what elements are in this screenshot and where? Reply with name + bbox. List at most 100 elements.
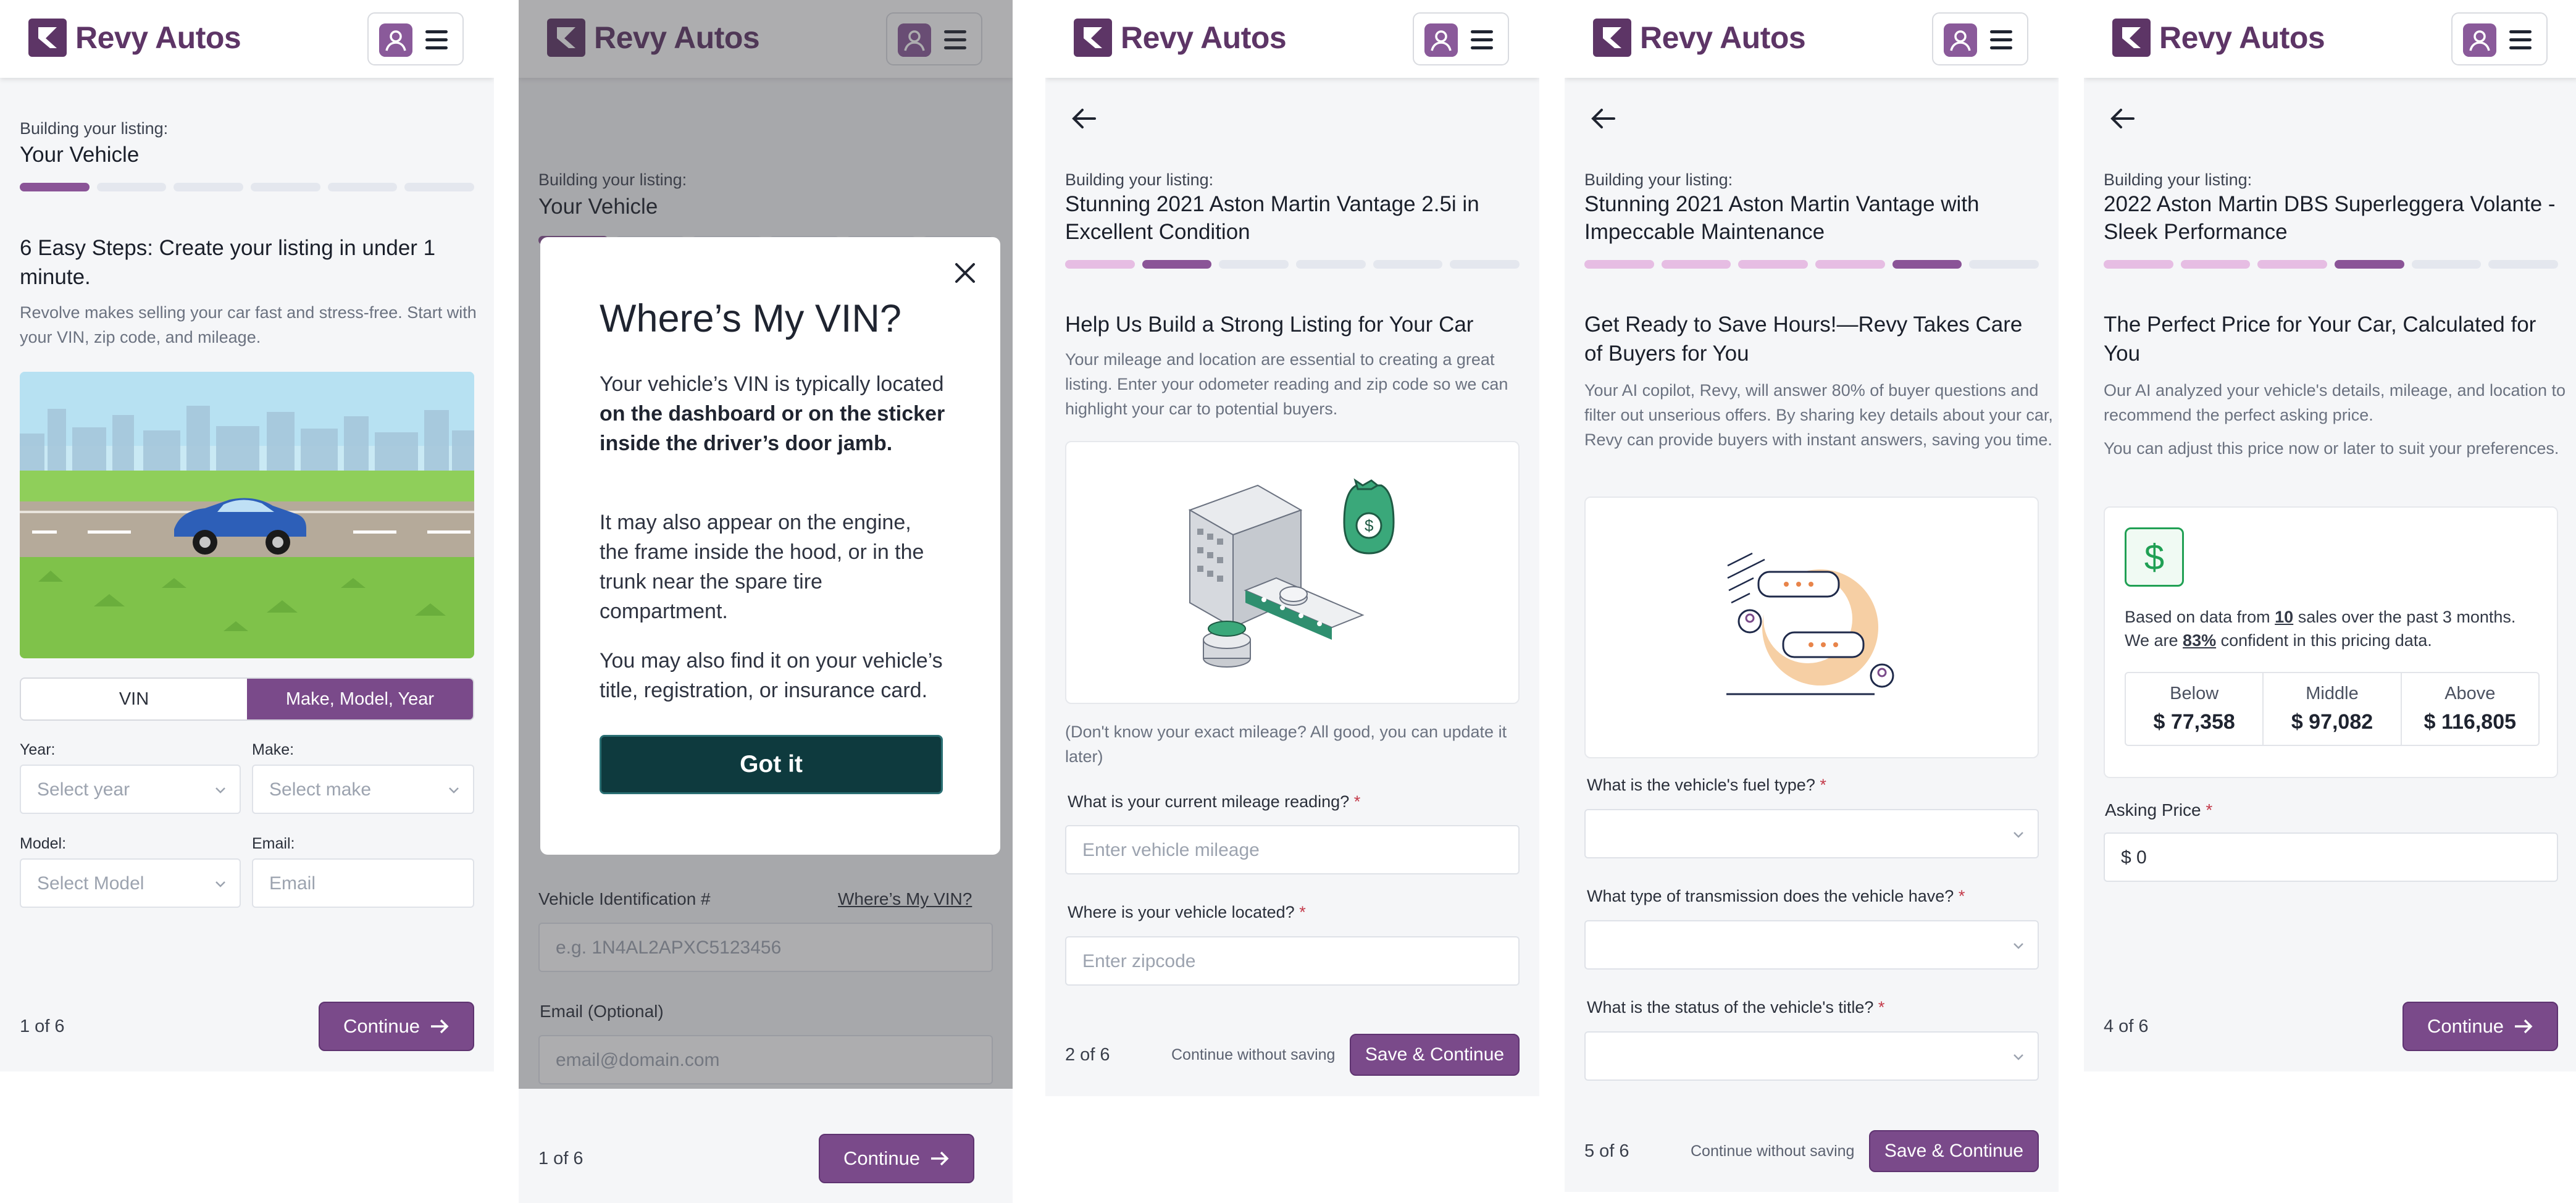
account-menu-button[interactable] xyxy=(367,12,464,65)
account-menu-button[interactable] xyxy=(1932,12,2028,65)
listing-title: Stunning 2021 Aston Martin Vantage with … xyxy=(1584,192,1980,244)
step-counter: 1 of 6 xyxy=(538,1149,583,1168)
continue-without-saving-link[interactable]: Continue without saving xyxy=(1691,1142,1854,1160)
progress-segment xyxy=(1373,260,1443,269)
email-label: Email: xyxy=(252,835,295,852)
title-status-select[interactable] xyxy=(1584,1031,2039,1081)
continue-without-saving-link[interactable]: Continue without saving xyxy=(1171,1046,1335,1064)
required-marker: * xyxy=(1820,776,1826,794)
arrow-right-icon xyxy=(2515,1019,2533,1034)
revy-logo-icon xyxy=(1593,19,1631,57)
year-select[interactable]: Select year xyxy=(20,765,241,814)
top-navigation-bar: Revy Autos xyxy=(0,0,494,78)
progress-segment xyxy=(1450,260,1520,269)
screen-step-2-mileage: Revy Autos Building your listing: Stunni… xyxy=(1045,0,1539,1096)
sales-count: 10 xyxy=(2275,608,2294,626)
building-label: Building your listing: xyxy=(2104,170,2252,189)
mileage-input[interactable]: Enter vehicle mileage xyxy=(1065,825,1520,874)
tier-value: $ 116,805 xyxy=(2423,710,2517,734)
make-select[interactable]: Select make xyxy=(252,765,474,814)
chevron-down-icon xyxy=(449,787,459,794)
brand[interactable]: Revy Autos xyxy=(1074,19,1287,57)
top-navigation-bar: Revy Autos xyxy=(2084,0,2576,78)
building-label: Building your listing: xyxy=(1065,170,1214,189)
user-icon xyxy=(1424,23,1458,57)
pricing-note-part: We are xyxy=(2125,631,2183,650)
required-marker: * xyxy=(1299,903,1306,921)
page-heading: 6 Easy Steps: Create your listing in und… xyxy=(20,236,436,289)
zipcode-input[interactable]: Enter zipcode xyxy=(1065,936,1520,986)
brand[interactable]: Revy Autos xyxy=(2112,19,2325,57)
transmission-label: What type of transmission does the vehic… xyxy=(1587,887,1954,905)
lookup-method-toggle: VIN Make, Model, Year xyxy=(20,677,474,721)
mileage-note: (Don't know your exact mileage? All good… xyxy=(1065,723,1507,766)
continue-button[interactable]: Continue xyxy=(819,1134,974,1183)
hamburger-icon xyxy=(1471,30,1493,50)
progress-segment xyxy=(1065,260,1135,269)
brand-name: Revy Autos xyxy=(1640,20,1806,55)
revy-logo-icon xyxy=(1074,19,1112,57)
fuel-label: What is the vehicle's fuel type? xyxy=(1587,776,1815,794)
progress-segment xyxy=(2411,260,2482,269)
transmission-select[interactable] xyxy=(1584,920,2039,970)
asking-price-question: Asking Price * xyxy=(2105,800,2212,820)
mileage-placeholder: Enter vehicle mileage xyxy=(1082,840,1260,860)
screen-step-4-pricing: Revy Autos Building your listing: 2022 A… xyxy=(2084,0,2576,1071)
progress-segment xyxy=(1296,260,1366,269)
close-icon[interactable] xyxy=(953,261,977,285)
continue-button[interactable]: Continue xyxy=(319,1002,474,1051)
save-continue-button[interactable]: Save & Continue xyxy=(1350,1034,1520,1076)
got-it-button[interactable]: Got it xyxy=(600,735,943,794)
location-question: Where is your vehicle located? * xyxy=(1068,903,1306,922)
zipcode-placeholder: Enter zipcode xyxy=(1082,951,1196,971)
toggle-option-make-model-year[interactable]: Make, Model, Year xyxy=(247,679,473,719)
progress-segment xyxy=(1584,260,1654,269)
mileage-question: What is your current mileage reading? * xyxy=(1068,792,1360,811)
page-heading: Help Us Build a Strong Listing for Your … xyxy=(1065,312,1474,337)
arrow-right-icon xyxy=(431,1019,449,1034)
email-field[interactable]: Email xyxy=(252,858,474,908)
step-counter: 1 of 6 xyxy=(20,1016,65,1036)
tier-value: $ 77,358 xyxy=(2153,710,2235,734)
arrow-left-icon[interactable] xyxy=(1589,105,1616,132)
brand[interactable]: Revy Autos xyxy=(28,19,241,57)
top-navigation-bar: Revy Autos xyxy=(1045,0,1539,78)
hamburger-icon xyxy=(1990,30,2012,50)
save-continue-button[interactable]: Save & Continue xyxy=(1869,1130,2039,1172)
tier-label: Below xyxy=(2170,684,2219,703)
account-menu-button[interactable] xyxy=(1413,12,1509,65)
make-label: Make: xyxy=(252,741,295,758)
continue-button[interactable]: Continue xyxy=(2402,1002,2558,1051)
dollar-icon: $ xyxy=(2125,527,2184,587)
brand[interactable]: Revy Autos xyxy=(1593,19,1806,57)
make-placeholder: Select make xyxy=(269,779,372,800)
toggle-option-vin[interactable]: VIN xyxy=(21,679,247,719)
tier-value: $ 97,082 xyxy=(2291,710,2373,734)
required-marker: * xyxy=(1353,792,1361,811)
chevron-down-icon xyxy=(2014,943,2023,949)
model-select[interactable]: Select Model xyxy=(20,858,241,908)
required-marker: * xyxy=(1878,998,1885,1016)
transmission-question: What type of transmission does the vehic… xyxy=(1587,887,1965,906)
brand-name: Revy Autos xyxy=(1121,20,1287,55)
progress-segment xyxy=(20,183,90,191)
vin-alternate-locations: It may also appear on the engine, the fr… xyxy=(600,511,924,623)
asking-price-input[interactable]: $ 0 xyxy=(2104,832,2558,882)
svg-text:$: $ xyxy=(1365,516,1374,535)
fuel-type-select[interactable] xyxy=(1584,809,2039,858)
chat-bubbles-illustration xyxy=(1726,552,1894,695)
chevron-down-icon xyxy=(215,787,225,794)
progress-segment xyxy=(327,183,398,191)
location-label: Where is your vehicle located? xyxy=(1068,903,1295,921)
arrow-left-icon[interactable] xyxy=(1070,105,1097,132)
progress-segment xyxy=(2257,260,2328,269)
progress-segment xyxy=(174,183,244,191)
account-menu-button[interactable] xyxy=(2451,12,2548,65)
confidence-value: 83% xyxy=(2183,631,2217,650)
brand-name: Revy Autos xyxy=(75,20,241,55)
model-placeholder: Select Model xyxy=(37,873,144,894)
arrow-left-icon[interactable] xyxy=(2109,105,2136,132)
asking-price-label: Asking Price xyxy=(2105,800,2201,819)
page-heading: Get Ready to Save Hours!—Revy Takes Care… xyxy=(1584,312,2023,366)
price-tier-below: Below $ 77,358 xyxy=(2126,673,2264,745)
